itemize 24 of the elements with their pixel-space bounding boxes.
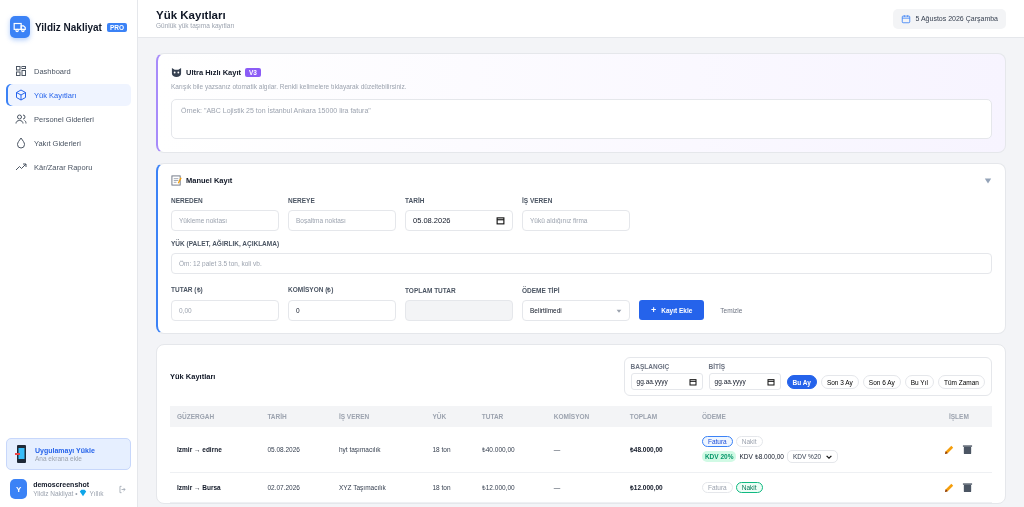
diamond-icon bbox=[79, 489, 88, 497]
users-icon bbox=[15, 113, 27, 125]
grid-icon bbox=[15, 65, 27, 77]
page-title: Yük Kayıtları bbox=[156, 8, 227, 21]
truck-icon bbox=[10, 16, 31, 38]
calendar-icon bbox=[496, 216, 505, 225]
trash-icon[interactable] bbox=[962, 444, 974, 455]
calendar-icon bbox=[688, 377, 697, 386]
caret-icon bbox=[826, 453, 833, 460]
memo-icon bbox=[171, 175, 182, 186]
calendar-icon bbox=[900, 13, 911, 24]
cube-icon bbox=[15, 89, 27, 101]
trend-icon bbox=[15, 161, 27, 173]
collapse-caret-icon[interactable] bbox=[984, 176, 992, 185]
trash-icon[interactable] bbox=[962, 482, 974, 493]
drop-icon bbox=[15, 137, 27, 149]
pencil-icon[interactable] bbox=[944, 444, 956, 455]
brand-name: Yildiz Nakliyat bbox=[35, 21, 102, 33]
calendar-icon bbox=[766, 377, 775, 386]
user-avatar: Y bbox=[10, 479, 28, 499]
phone-icon bbox=[15, 445, 27, 463]
cat-icon bbox=[171, 67, 182, 78]
pencil-icon[interactable] bbox=[944, 482, 956, 493]
caret-icon bbox=[616, 307, 622, 314]
